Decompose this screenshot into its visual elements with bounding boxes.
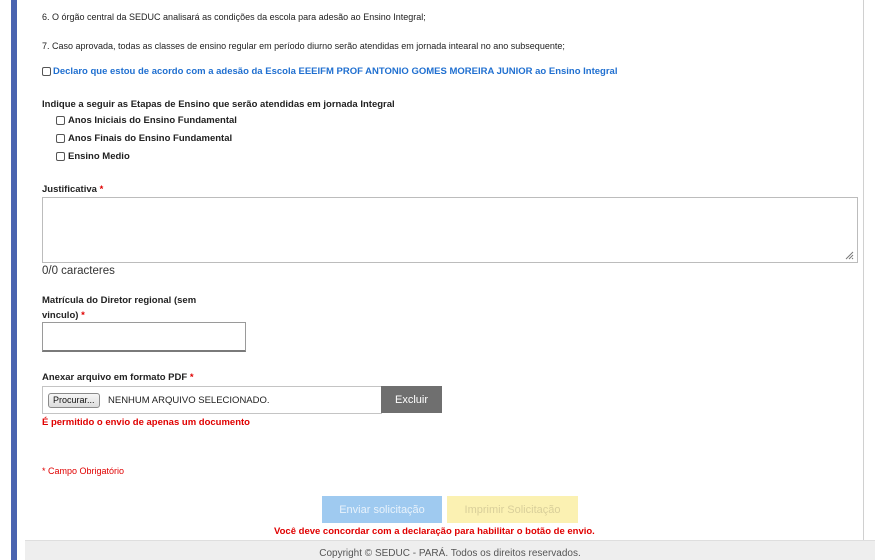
submit-request-button[interactable]: Enviar solicitação [322, 496, 442, 523]
browse-button[interactable]: Procurar... [48, 393, 100, 408]
stage-checkbox-ensino-medio[interactable] [56, 152, 65, 161]
matricula-label-text: vinculo) [42, 310, 79, 321]
declaration-label[interactable]: Declaro que estou de acordo com a adesão… [53, 66, 618, 77]
stages-heading: Indique a seguir as Etapas de Ensino que… [42, 99, 395, 110]
rule-item-7: 7. Caso aprovada, todas as classes de en… [42, 41, 565, 51]
rule-item-6: 6. O órgão central da SEDUC analisará as… [42, 12, 426, 22]
page-footer: Copyright © SEDUC - PARÁ. Todos os direi… [25, 540, 875, 560]
attachment-label: Anexar arquivo em formato PDF * [42, 372, 194, 383]
copyright-text: Copyright © SEDUC - PARÁ. Todos os direi… [319, 548, 581, 559]
stage-label-anos-finais[interactable]: Anos Finais do Ensino Fundamental [68, 133, 232, 144]
stage-checkbox-anos-iniciais[interactable] [56, 116, 65, 125]
stage-label-anos-iniciais[interactable]: Anos Iniciais do Ensino Fundamental [68, 115, 237, 126]
justificativa-textarea[interactable] [42, 197, 858, 263]
resize-grip-icon[interactable] [844, 250, 854, 260]
required-field-note: * Campo Obrigatório [42, 466, 125, 476]
character-counter: 0/0 caracteres [42, 265, 115, 277]
attachment-note: É permitido o envio de apenas um documen… [42, 417, 250, 428]
justificativa-label: Justificativa * [42, 184, 103, 195]
required-mark: * [81, 310, 85, 321]
stage-checkbox-anos-finais[interactable] [56, 134, 65, 143]
matricula-label-line1: Matrícula do Diretor regional (sem [42, 295, 197, 306]
delete-file-button[interactable]: Excluir [381, 386, 442, 413]
page-left-border [11, 0, 17, 560]
attachment-label-text: Anexar arquivo em formato PDF [42, 372, 188, 383]
stage-label-ensino-medio[interactable]: Ensino Medio [68, 151, 130, 162]
matricula-label-line2: vinculo) * [42, 310, 85, 321]
declaration-checkbox[interactable] [42, 67, 51, 76]
submit-warning: Você deve concordar com a declaração par… [274, 526, 595, 537]
matricula-input[interactable] [42, 322, 246, 352]
print-request-button[interactable]: Imprimir Solicitação [447, 496, 578, 523]
justificativa-label-text: Justificativa [42, 184, 97, 195]
content-right-border [863, 0, 864, 540]
file-status: NENHUM ARQUIVO SELECIONADO. [108, 395, 270, 406]
required-mark: * [99, 184, 104, 195]
required-mark: * [189, 372, 194, 383]
